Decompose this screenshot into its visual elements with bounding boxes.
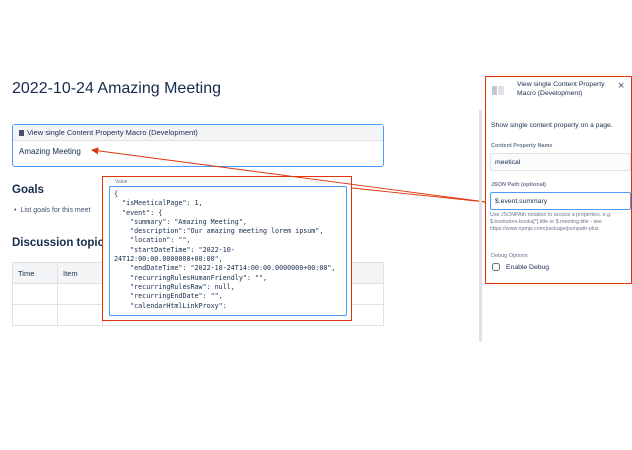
content-property-macro[interactable]: View single Content Property Macro (Deve…	[12, 124, 384, 167]
table-header-item: Item	[57, 262, 103, 284]
panel-title: View single Content Property Macro (Deve…	[517, 81, 605, 97]
json-value-label: Value	[115, 179, 128, 185]
document-icon	[19, 130, 24, 136]
json-path-input[interactable]	[490, 192, 631, 210]
json-value-text[interactable]: { "isMeeticalPage": 1, "event": { "summa…	[110, 187, 346, 314]
table-cell[interactable]	[57, 283, 103, 305]
table-cell[interactable]	[57, 304, 103, 326]
macro-rendered-value: Amazing Meeting	[19, 147, 81, 156]
table-cell[interactable]	[12, 283, 58, 305]
macro-header-label: View single Content Property Macro (Deve…	[27, 128, 198, 137]
json-value-editor[interactable]: { "isMeeticalPage": 1, "event": { "summa…	[109, 186, 347, 316]
property-name-label: Content Property Name	[491, 143, 553, 149]
close-icon[interactable]: ×	[618, 81, 624, 92]
json-path-label: JSON Path (optional)	[491, 182, 546, 188]
enable-debug-checkbox[interactable]	[492, 263, 500, 271]
discussion-topics-heading: Discussion topics	[12, 237, 111, 249]
panel-description: Show single content property on a page.	[491, 122, 613, 129]
macro-icon	[492, 86, 504, 95]
macro-header: View single Content Property Macro (Deve…	[13, 125, 383, 141]
panel-scrollbar[interactable]	[479, 110, 482, 342]
table-header-time: Time	[12, 262, 58, 284]
macro-config-panel: View single Content Property Macro (Deve…	[485, 76, 632, 284]
goals-bullet: List goals for this meet	[14, 207, 90, 214]
json-path-help-text: Use JSONPAth notation to access a proper…	[490, 212, 612, 232]
enable-debug-option[interactable]: Enable Debug	[492, 263, 549, 271]
page-title: 2022-10-24 Amazing Meeting	[12, 80, 222, 97]
goals-heading: Goals	[12, 184, 44, 196]
arrow-to-summary	[351, 187, 487, 203]
json-value-popup: Value { "isMeeticalPage": 1, "event": { …	[102, 176, 352, 321]
table-cell[interactable]	[12, 304, 58, 326]
property-name-input[interactable]	[490, 153, 631, 171]
debug-options-label: Debug Options	[491, 253, 528, 259]
enable-debug-label: Enable Debug	[506, 263, 550, 271]
